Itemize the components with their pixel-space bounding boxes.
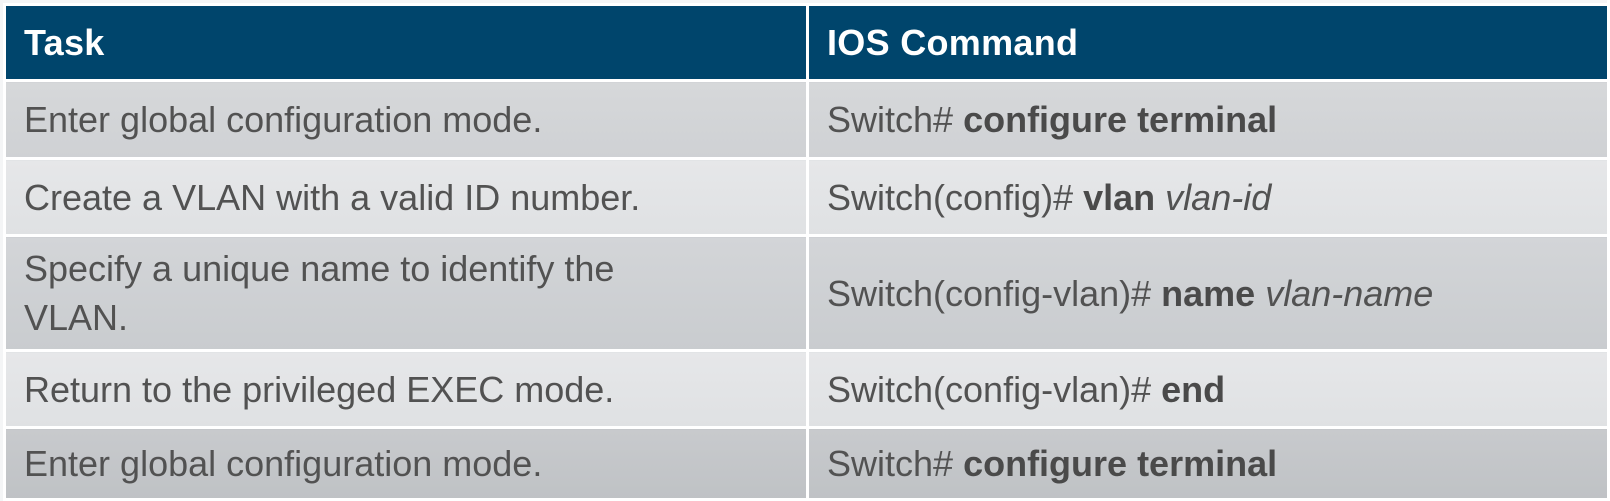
table-row: Enter global configuration mode. Switch#… — [3, 79, 1610, 160]
header-task: Task — [3, 3, 809, 82]
command-cell: Switch(config-vlan)# name vlan-name — [806, 234, 1610, 352]
command-prompt: Switch# — [827, 99, 964, 140]
command-prompt: Switch(config-vlan)# — [827, 368, 1162, 410]
table-row: Create a VLAN with a valid ID number. Sw… — [3, 157, 1610, 237]
task-cell: Create a VLAN with a valid ID number. — [3, 157, 809, 237]
task-cell: Specify a unique name to identify the VL… — [3, 234, 809, 352]
command-keyword: vlan — [1083, 176, 1156, 218]
task-cell: Enter global configuration mode. — [3, 79, 809, 160]
command-prompt: Switch(config-vlan)# — [827, 272, 1162, 314]
command-keyword: name — [1161, 272, 1256, 314]
command-argument: vlan-id — [1165, 176, 1272, 218]
command-keyword: end — [1161, 368, 1226, 410]
command-prompt: Switch# — [827, 443, 964, 484]
command-cell: Switch(config)# vlan vlan-id — [806, 157, 1610, 237]
command-prompt: Switch(config)# — [827, 176, 1084, 218]
task-cell: Enter global configuration mode. — [3, 426, 809, 501]
command-keyword: configure terminal — [963, 443, 1278, 484]
command-cell: Switch# configure terminal — [806, 426, 1610, 501]
table-header-row: Task IOS Command — [3, 3, 1610, 82]
table-row: Specify a unique name to identify the VL… — [3, 234, 1610, 352]
table-row: Return to the privileged EXEC mode. Swit… — [3, 349, 1610, 429]
command-cell: Switch# configure terminal — [806, 79, 1610, 160]
slide-background: Task IOS Command Enter global configurat… — [0, 0, 1610, 501]
table-row: Enter global configuration mode. Switch#… — [3, 426, 1610, 501]
command-argument: vlan-name — [1265, 272, 1434, 314]
vlan-command-table: Task IOS Command Enter global configurat… — [3, 3, 1610, 501]
task-cell: Return to the privileged EXEC mode. — [3, 349, 809, 429]
command-cell: Switch(config-vlan)# end — [806, 349, 1610, 429]
command-keyword: configure terminal — [963, 99, 1278, 140]
header-ios-command: IOS Command — [806, 3, 1610, 82]
